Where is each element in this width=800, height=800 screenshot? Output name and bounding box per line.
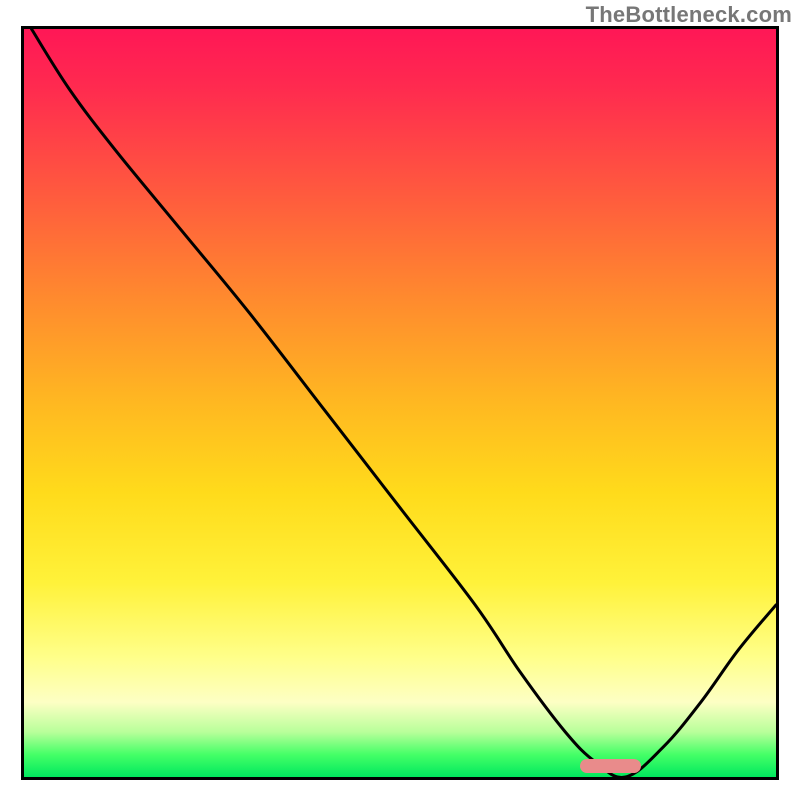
chart-container: TheBottleneck.com (0, 0, 800, 800)
bottleneck-curve (32, 29, 776, 777)
watermark-text: TheBottleneck.com (586, 2, 792, 28)
optimal-marker (580, 759, 640, 773)
plot-frame (21, 26, 779, 780)
curve-layer (24, 29, 776, 777)
